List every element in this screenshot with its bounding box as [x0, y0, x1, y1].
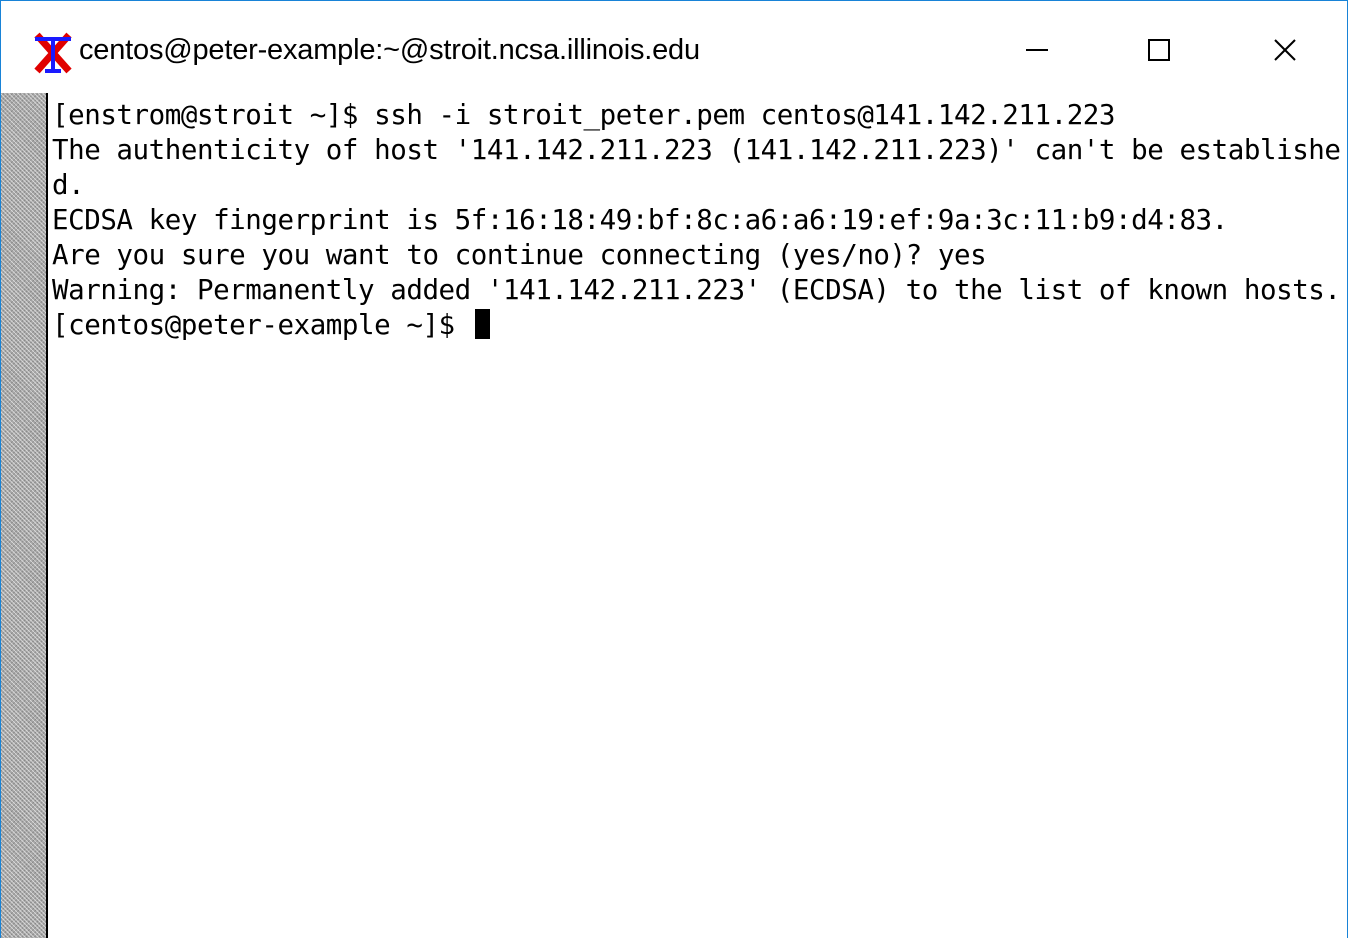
terminal-line: The authenticity of host '141.142.211.22… — [52, 134, 1341, 166]
terminal-line: Warning: Permanently added '141.142.211.… — [52, 274, 1341, 306]
terminal-cursor — [474, 309, 490, 339]
terminal-line: ECDSA key fingerprint is 5f:16:18:49:bf:… — [52, 204, 1228, 236]
minimize-icon — [1026, 49, 1048, 51]
terminal-prompt-line[interactable]: [centos@peter-example ~]$ — [52, 308, 490, 343]
terminal-window: centos@peter-example:~@stroit.ncsa.illin… — [0, 0, 1348, 938]
window-title: centos@peter-example:~@stroit.ncsa.illin… — [79, 34, 700, 66]
terminal-line: [enstrom@stroit ~]$ ssh -i stroit_peter.… — [52, 99, 1116, 131]
terminal-line: Are you sure you want to continue connec… — [52, 239, 987, 271]
scrollbar[interactable] — [1, 93, 48, 938]
minimize-button[interactable] — [1003, 17, 1069, 83]
close-icon — [1274, 39, 1296, 61]
maximize-button[interactable] — [1127, 17, 1193, 83]
prompt-text: [centos@peter-example ~]$ — [52, 309, 471, 341]
xterm-x-icon[interactable] — [31, 31, 75, 75]
title-bar[interactable]: centos@peter-example:~@stroit.ncsa.illin… — [1, 1, 1347, 93]
maximize-icon — [1148, 39, 1170, 61]
close-button[interactable] — [1251, 17, 1317, 83]
terminal-line: d. — [52, 169, 85, 201]
terminal-output[interactable]: [enstrom@stroit ~]$ ssh -i stroit_peter.… — [48, 93, 1347, 938]
